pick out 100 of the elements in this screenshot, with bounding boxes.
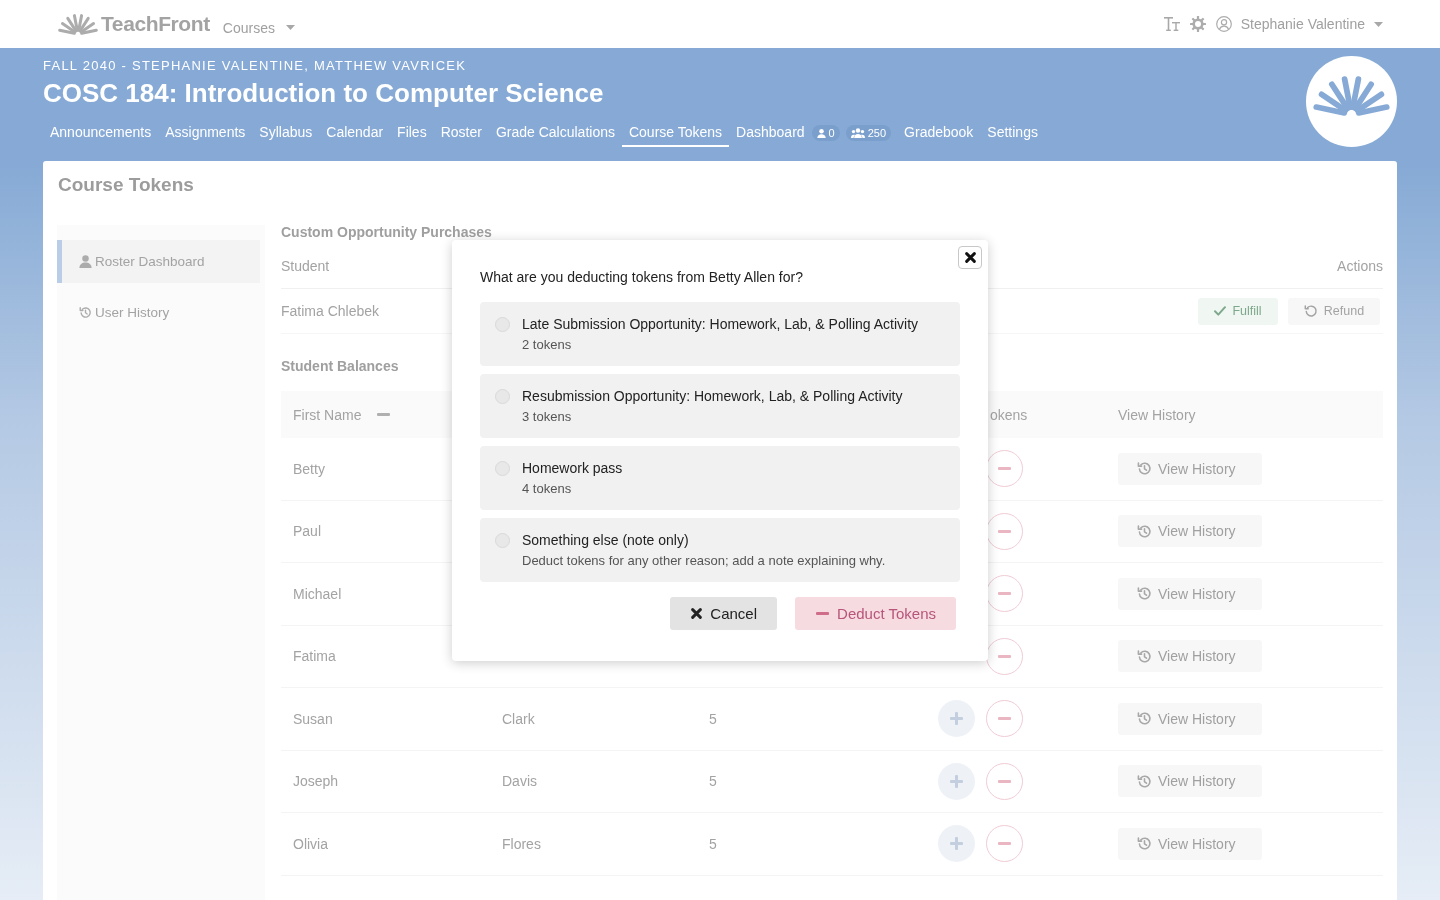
nav-tab[interactable]: Settings — [980, 121, 1045, 147]
section-title: Student Balances — [281, 359, 400, 374]
person-icon — [816, 128, 826, 138]
nav-tab[interactable]: Dashboard — [729, 121, 812, 147]
nav-tab[interactable]: Calendar — [319, 121, 391, 147]
add-button[interactable] — [938, 825, 975, 863]
fan-logo-icon — [1306, 56, 1397, 147]
person-icon — [79, 255, 92, 268]
option-card[interactable]: Homework pass 4 tokens — [480, 446, 960, 510]
minus-icon — [998, 467, 1011, 471]
minus-icon — [998, 592, 1011, 596]
remove-button[interactable] — [986, 450, 1023, 488]
column-header: Student — [281, 258, 330, 274]
remove-button[interactable] — [986, 762, 1023, 800]
token-count: 5 — [709, 835, 717, 852]
first-name: Olivia — [293, 835, 328, 852]
option-detail: 3 tokens — [522, 408, 573, 426]
column-header: Actions — [1337, 258, 1383, 274]
nav-tab[interactable]: Course Tokens — [621, 121, 730, 147]
close-button[interactable] — [958, 246, 982, 269]
caret-icon — [285, 25, 295, 30]
badge-count: 250 — [867, 127, 887, 139]
minus-icon — [998, 654, 1011, 658]
add-button[interactable] — [938, 700, 975, 738]
history-icon — [1137, 836, 1152, 852]
text-size-icon[interactable] — [1163, 17, 1180, 31]
sidebar-item[interactable]: Roster Dashboard — [57, 240, 260, 283]
nav-tab[interactable]: Roster — [433, 121, 489, 147]
plus-icon — [950, 712, 963, 726]
fulfill-button[interactable]: Fulfill — [1198, 297, 1278, 325]
view-history-button[interactable]: View History — [1118, 765, 1262, 798]
sidebar-item[interactable]: User History — [57, 291, 260, 334]
nav-tab[interactable]: Assignments — [158, 121, 253, 147]
history-icon — [1137, 586, 1152, 602]
option-title: Something else (note only) — [522, 531, 690, 550]
logo-icon — [58, 13, 98, 35]
minus-icon — [998, 779, 1011, 783]
view-history-button[interactable]: View History — [1118, 452, 1262, 485]
nav-tab[interactable]: Announcements — [43, 121, 159, 147]
remove-button[interactable] — [986, 700, 1023, 738]
option-detail: 4 tokens — [522, 480, 573, 498]
nav-tab[interactable]: Gradebook — [897, 121, 981, 147]
option-card[interactable]: Something else (note only) Deduct tokens for any other reason; add a note explaining why. — [480, 518, 960, 582]
view-history-button[interactable]: View History — [1118, 515, 1262, 548]
dialog-question: What are you deducting tokens from Betty Allen for? — [480, 268, 804, 287]
option-detail: 2 tokens — [522, 336, 573, 354]
view-history-button[interactable]: View History — [1118, 827, 1262, 860]
plus-icon — [950, 837, 963, 851]
nav-tab[interactable]: Grade Calculations — [488, 121, 622, 147]
cancel-button[interactable]: Cancel — [670, 597, 778, 630]
remove-button[interactable] — [986, 512, 1023, 550]
nav-tab[interactable]: Syllabus — [252, 121, 320, 147]
option-card[interactable]: Resubmission Opportunity: Homework, Lab, & Polling Activity 3 tokens — [480, 374, 960, 438]
column-header: First Name — [293, 406, 362, 423]
token-count: 5 — [709, 710, 717, 727]
history-icon — [1137, 523, 1152, 539]
option-title: Homework pass — [522, 459, 623, 478]
remove-button[interactable] — [986, 575, 1023, 613]
courses-menu[interactable]: Courses — [222, 19, 295, 36]
first-name: Betty — [293, 460, 325, 477]
course-term: FALL 2040 - STEPHANIE VALENTINE, MATTHEW VAVRICEK — [43, 58, 468, 74]
first-name: Joseph — [293, 773, 339, 790]
last-name: Clark — [502, 710, 535, 727]
option-title: Resubmission Opportunity: Homework, Lab, & Polling Activity — [522, 387, 903, 406]
remove-button[interactable] — [986, 825, 1023, 863]
user-menu[interactable]: Stephanie Valentine — [1215, 16, 1383, 32]
minus-icon — [816, 612, 830, 615]
first-name: Michael — [293, 585, 342, 602]
view-history-button[interactable]: View History — [1118, 640, 1262, 673]
view-history-button[interactable]: View History — [1118, 702, 1262, 735]
history-icon — [1137, 711, 1152, 727]
history-icon — [79, 306, 92, 319]
user-icon — [1215, 16, 1232, 32]
group-icon — [850, 128, 865, 138]
settings-icon[interactable] — [1189, 16, 1206, 32]
close-icon — [964, 252, 976, 263]
refund-button[interactable]: Refund — [1288, 297, 1380, 325]
remove-button[interactable] — [986, 637, 1023, 675]
student-name: Fatima Chlebek — [281, 303, 380, 319]
last-name: Davis — [502, 773, 537, 790]
last-name: Flores — [502, 835, 541, 852]
view-history-button[interactable]: View History — [1118, 577, 1262, 610]
column-header: View History — [1118, 406, 1196, 423]
add-button[interactable] — [938, 762, 975, 800]
minus-icon — [998, 842, 1011, 846]
first-name: Fatima — [293, 648, 336, 665]
caret-icon — [1374, 21, 1383, 27]
token-count: 5 — [709, 773, 717, 790]
logo-link[interactable]: TeachFront — [58, 12, 210, 36]
nav-tab[interactable]: Files — [390, 121, 434, 147]
history-icon — [1137, 461, 1152, 477]
undo-icon — [1303, 304, 1318, 318]
plus-icon — [950, 774, 963, 788]
page-title: Course Tokens — [58, 174, 195, 196]
option-card[interactable]: Late Submission Opportunity: Homework, Lab, & Polling Activity 2 tokens — [480, 302, 960, 366]
history-icon — [1137, 773, 1152, 789]
column-header: okens — [990, 406, 1028, 423]
course-title: COSC 184: Introduction to Computer Science — [43, 77, 605, 109]
section-title: Custom Opportunity Purchases — [281, 225, 493, 240]
badge-count: 0 — [828, 127, 835, 139]
